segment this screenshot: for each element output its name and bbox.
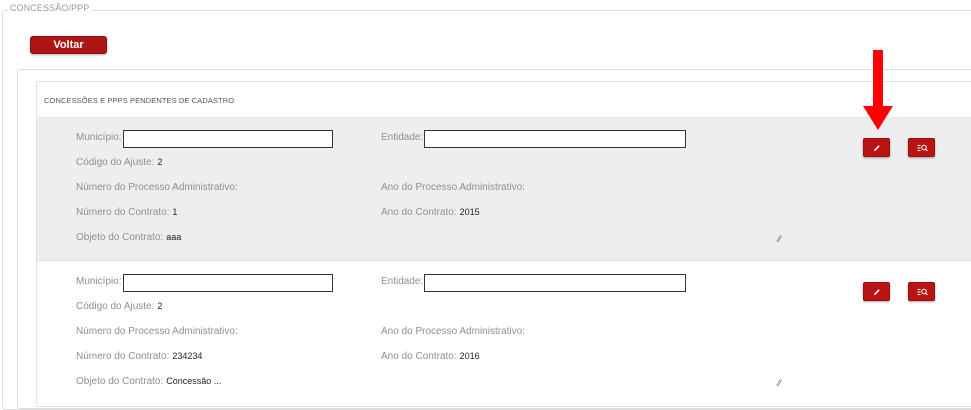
codigo-ajuste-field: Código do Ajuste: 2: [76, 301, 162, 312]
edit-button[interactable]: [863, 138, 890, 157]
list-search-icon: [917, 144, 928, 152]
list-title: CONCESSÕES E PPPS PENDENTES DE CADASTRO: [37, 82, 971, 118]
numero-processo-label: Número do Processo Administrativo:: [76, 182, 238, 193]
ano-processo-label: Ano do Processo Administrativo:: [381, 326, 525, 337]
objeto-contrato-label: Objeto do Contrato:: [76, 376, 164, 387]
ano-contrato-label: Ano do Contrato:: [381, 351, 457, 362]
numero-contrato-value: 234234: [172, 351, 203, 361]
ano-contrato-value: 2016: [459, 351, 480, 361]
ano-processo-field: Ano do Processo Administrativo:: [381, 182, 528, 193]
codigo-ajuste-value: 2: [157, 301, 163, 311]
numero-contrato-label: Número do Contrato:: [76, 351, 170, 362]
entidade-label: Entidade:: [381, 132, 424, 143]
edit-button[interactable]: [863, 282, 890, 301]
municipio-input[interactable]: [123, 130, 333, 148]
municipio-input[interactable]: [123, 274, 333, 292]
codigo-ajuste-label: Código do Ajuste:: [76, 301, 155, 312]
entidade-input[interactable]: [424, 274, 686, 292]
pencil-icon: [874, 289, 880, 295]
textarea-resize-handle[interactable]: ⁄⁄: [778, 379, 786, 388]
view-details-button[interactable]: [908, 138, 935, 157]
codigo-ajuste-field: Código do Ajuste: 2: [76, 157, 162, 168]
ano-contrato-field: Ano do Contrato: 2016: [381, 351, 480, 362]
numero-contrato-label: Número do Contrato:: [76, 207, 170, 218]
municipio-label: Município:: [76, 276, 122, 287]
objeto-contrato-field: Objeto do Contrato: aaa: [76, 232, 181, 243]
codigo-ajuste-value: 2: [157, 157, 163, 167]
entidade-label: Entidade:: [381, 276, 424, 287]
numero-contrato-field: Número do Contrato: 234234: [76, 351, 202, 362]
view-details-button[interactable]: [908, 282, 935, 301]
numero-processo-label: Número do Processo Administrativo:: [76, 326, 238, 337]
section-title: CONCESSÃO/PPP: [8, 3, 93, 13]
ano-contrato-field: Ano do Contrato: 2015: [381, 207, 480, 218]
ano-contrato-label: Ano do Contrato:: [381, 207, 457, 218]
objeto-contrato-field: Objeto do Contrato: Concessão ...: [76, 376, 221, 387]
red-down-arrow-icon: [863, 50, 893, 130]
ano-contrato-value: 2015: [459, 207, 480, 217]
objeto-contrato-label: Objeto do Contrato:: [76, 232, 164, 243]
entidade-input[interactable]: [424, 130, 686, 148]
list-search-icon: [917, 288, 928, 296]
back-button[interactable]: Voltar: [30, 36, 107, 54]
numero-processo-field: Número do Processo Administrativo:: [76, 326, 241, 337]
municipio-label: Município:: [76, 132, 122, 143]
codigo-ajuste-label: Código do Ajuste:: [76, 157, 155, 168]
ano-processo-label: Ano do Processo Administrativo:: [381, 182, 525, 193]
numero-contrato-value: 1: [172, 207, 178, 217]
ano-processo-field: Ano do Processo Administrativo:: [381, 326, 528, 337]
list-item: Município: Entidade: Código do Ajuste: 2 …: [37, 262, 971, 407]
numero-contrato-field: Número do Contrato: 1: [76, 207, 177, 218]
numero-processo-field: Número do Processo Administrativo:: [76, 182, 241, 193]
textarea-resize-handle[interactable]: ⁄⁄: [778, 235, 786, 244]
pending-list: CONCESSÕES E PPPS PENDENTES DE CADASTRO …: [36, 81, 971, 407]
objeto-contrato-value: aaa: [166, 232, 182, 242]
list-item: Município: Entidade: Código do Ajuste: 2 …: [37, 118, 971, 261]
pencil-icon: [874, 145, 880, 151]
objeto-contrato-value: Concessão ...: [166, 376, 222, 386]
